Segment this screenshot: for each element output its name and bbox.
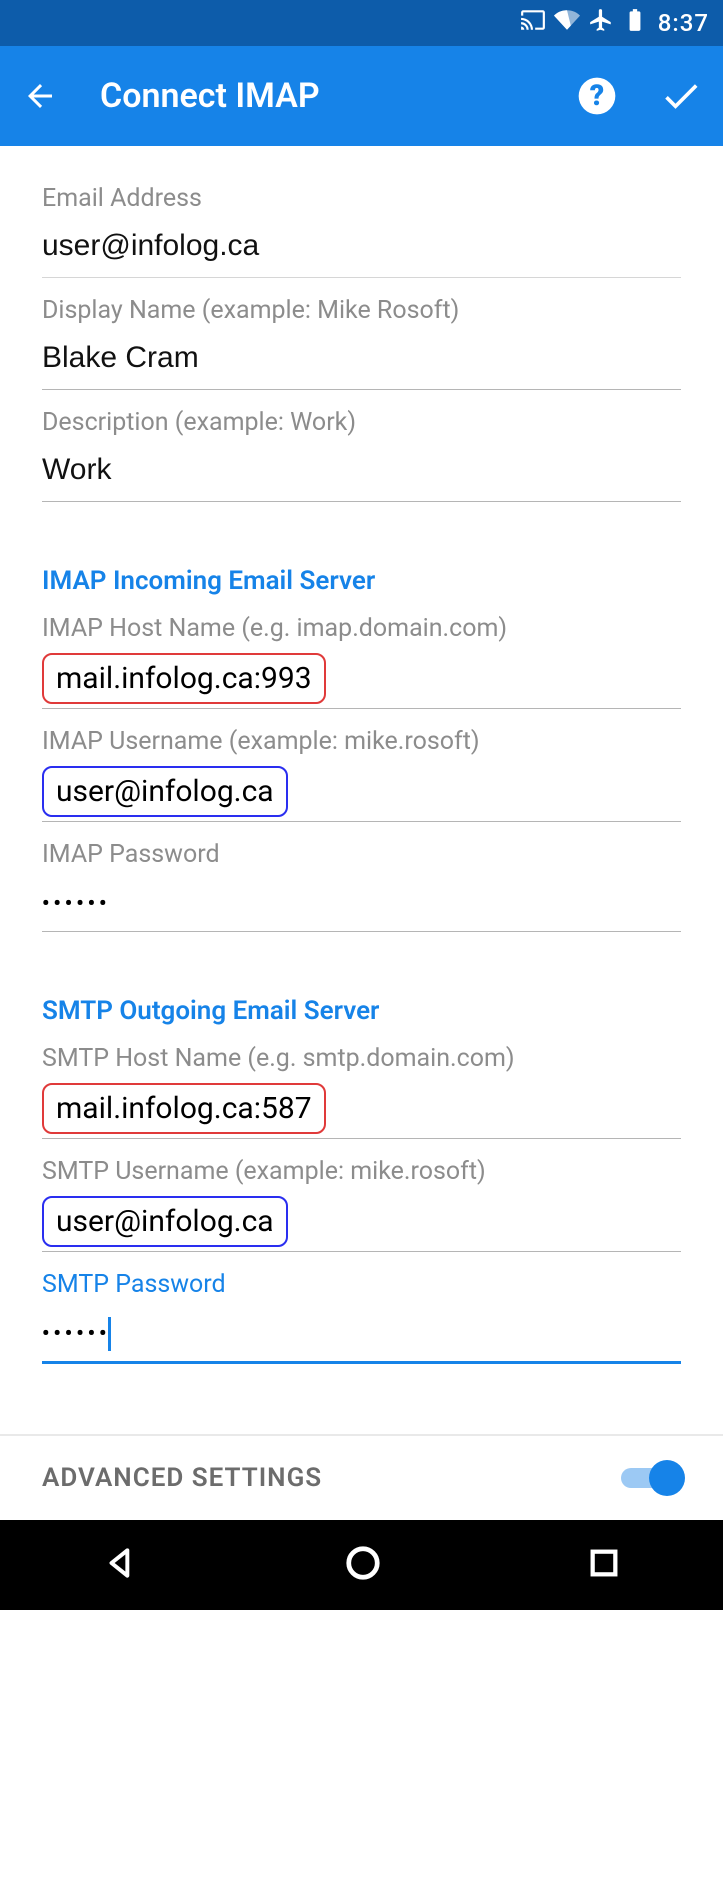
smtp-host-label: SMTP Host Name (e.g. smtp.domain.com) bbox=[42, 1044, 681, 1073]
cast-icon bbox=[520, 7, 546, 39]
display-name-field-group: Display Name (example: Mike Rosoft) bbox=[0, 278, 723, 390]
imap-host-input[interactable]: mail.infolog.ca:993 bbox=[42, 653, 326, 704]
smtp-host-field-group: SMTP Host Name (e.g. smtp.domain.com) ma… bbox=[0, 1026, 723, 1139]
advanced-settings-row[interactable]: ADVANCED SETTINGS bbox=[0, 1436, 723, 1520]
smtp-username-input[interactable]: user@infolog.ca bbox=[42, 1196, 288, 1247]
imap-password-value: •••••• bbox=[42, 879, 110, 931]
description-label: Description (example: Work) bbox=[42, 408, 681, 437]
imap-username-input[interactable]: user@infolog.ca bbox=[42, 766, 288, 817]
app-bar: Connect IMAP ? bbox=[0, 46, 723, 146]
wifi-icon bbox=[554, 7, 580, 39]
help-button[interactable]: ? bbox=[575, 74, 619, 118]
smtp-username-field-group: SMTP Username (example: mike.rosoft) use… bbox=[0, 1139, 723, 1252]
status-bar: 8:37 bbox=[0, 0, 723, 46]
advanced-settings-label: ADVANCED SETTINGS bbox=[42, 1463, 322, 1493]
description-input[interactable] bbox=[42, 447, 681, 502]
display-name-label: Display Name (example: Mike Rosoft) bbox=[42, 296, 681, 325]
smtp-password-label: SMTP Password bbox=[42, 1270, 681, 1299]
nav-recents-button[interactable] bbox=[587, 1546, 621, 1584]
advanced-settings-toggle[interactable] bbox=[621, 1460, 685, 1496]
imap-password-field-group: IMAP Password •••••• bbox=[0, 822, 723, 932]
status-time: 8:37 bbox=[658, 9, 709, 37]
confirm-button[interactable] bbox=[659, 74, 703, 118]
text-caret bbox=[108, 1317, 111, 1351]
email-label: Email Address bbox=[42, 184, 681, 213]
nav-home-button[interactable] bbox=[344, 1544, 382, 1586]
imap-host-label: IMAP Host Name (e.g. imap.domain.com) bbox=[42, 614, 681, 643]
battery-icon bbox=[622, 7, 648, 39]
smtp-password-field-group: SMTP Password •••••• bbox=[0, 1252, 723, 1364]
imap-form: Email Address Display Name (example: Mik… bbox=[0, 146, 723, 1520]
imap-host-field-group: IMAP Host Name (e.g. imap.domain.com) ma… bbox=[0, 596, 723, 709]
smtp-password-value: •••••• bbox=[42, 1309, 110, 1361]
imap-password-label: IMAP Password bbox=[42, 840, 681, 869]
imap-username-field-group: IMAP Username (example: mike.rosoft) use… bbox=[0, 709, 723, 822]
description-field-group: Description (example: Work) bbox=[0, 390, 723, 502]
airplane-icon bbox=[588, 7, 614, 39]
system-nav-bar bbox=[0, 1520, 723, 1610]
email-field-group: Email Address bbox=[0, 166, 723, 278]
smtp-section-header: SMTP Outgoing Email Server bbox=[0, 932, 723, 1026]
nav-back-button[interactable] bbox=[102, 1544, 140, 1586]
display-name-input[interactable] bbox=[42, 335, 681, 390]
back-button[interactable] bbox=[20, 76, 60, 116]
imap-section-header: IMAP Incoming Email Server bbox=[0, 502, 723, 596]
email-input[interactable] bbox=[42, 223, 681, 278]
smtp-username-label: SMTP Username (example: mike.rosoft) bbox=[42, 1157, 681, 1186]
imap-password-input[interactable]: •••••• bbox=[42, 879, 681, 932]
smtp-password-input[interactable]: •••••• bbox=[42, 1309, 681, 1364]
smtp-host-input[interactable]: mail.infolog.ca:587 bbox=[42, 1083, 326, 1134]
imap-username-label: IMAP Username (example: mike.rosoft) bbox=[42, 727, 681, 756]
svg-text:?: ? bbox=[590, 79, 604, 112]
page-title: Connect IMAP bbox=[100, 76, 575, 116]
